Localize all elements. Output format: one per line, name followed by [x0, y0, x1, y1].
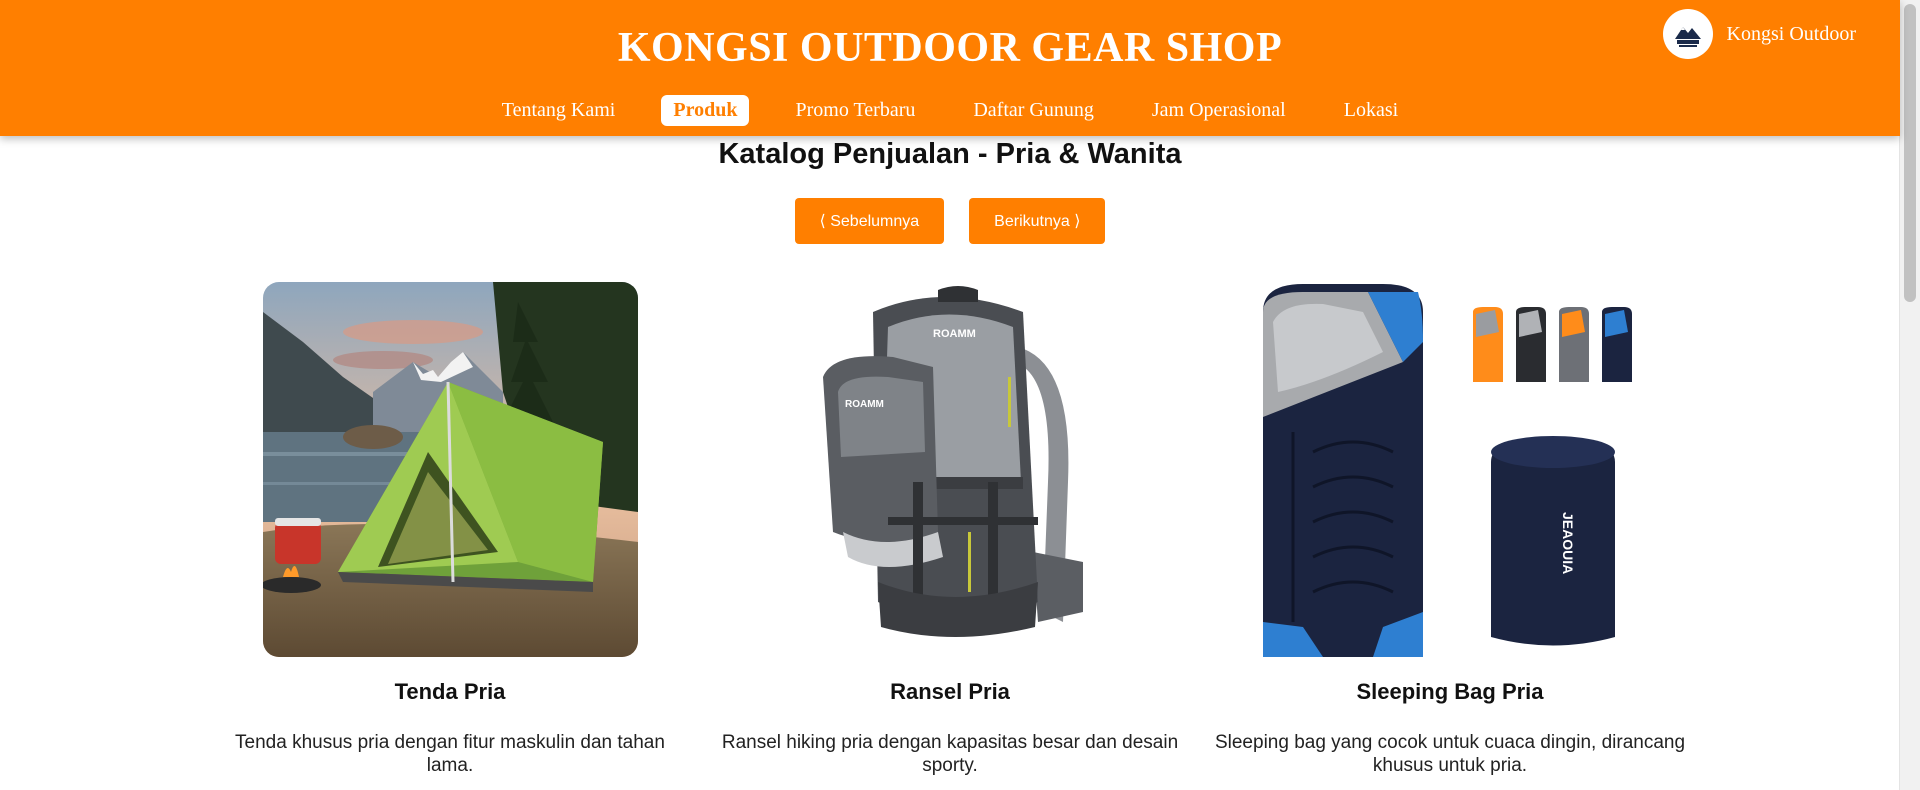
main-nav: Tentang Kami Produk Promo Terbaru Daftar…: [0, 95, 1900, 126]
next-button[interactable]: Berikutnya ⟩: [969, 198, 1106, 244]
nav-item-produk[interactable]: Produk: [661, 95, 750, 126]
backpack-photo: ROAMM ROAMM: [762, 282, 1138, 657]
product-name: Sleeping Bag Pria: [1356, 679, 1544, 704]
tent-photo: [262, 282, 638, 657]
product-card-ransel-pria[interactable]: ROAMM ROAMM Ransel Pria Ransel hiking pr…: [710, 282, 1190, 777]
catalog-pager: ⟨ Sebelumnya Berikutnya ⟩: [0, 198, 1900, 244]
page-scrollbar[interactable]: [1899, 0, 1920, 790]
product-name: Ransel Pria: [890, 679, 1010, 704]
product-description: Ransel hiking pria dengan kapasitas besa…: [721, 732, 1179, 776]
previous-button[interactable]: ⟨ Sebelumnya: [794, 198, 945, 244]
nav-item-promo-terbaru[interactable]: Promo Terbaru: [783, 95, 927, 126]
brand-name: Kongsi Outdoor: [1726, 22, 1856, 45]
sleeping-bag-photo: JEAOUIA: [1262, 282, 1638, 657]
nav-item-daftar-gunung[interactable]: Daftar Gunung: [961, 95, 1106, 126]
nav-item-lokasi[interactable]: Lokasi: [1332, 95, 1410, 126]
svg-text:ROAMM: ROAMM: [845, 399, 884, 410]
brand[interactable]: Kongsi Outdoor: [1662, 9, 1856, 59]
site-title: KONGSI OUTDOOR GEAR SHOP: [617, 25, 1283, 71]
product-card-sleeping-bag-pria[interactable]: JEAOUIA Sleeping Bag Pria Sleeping bag y…: [1210, 282, 1690, 777]
product-description: Sleeping bag yang cocok untuk cuaca ding…: [1214, 732, 1686, 776]
svg-text:ROAMM: ROAMM: [933, 328, 976, 340]
page: KONGSI OUTDOOR GEAR SHOP Tentang Kami Pr…: [0, 0, 1920, 790]
product-card-tenda-pria[interactable]: Tenda Pria Tenda khusus pria dengan fitu…: [210, 282, 690, 777]
svg-text:JEAOUIA: JEAOUIA: [1560, 512, 1576, 574]
product-description: Tenda khusus pria dengan fitur maskulin …: [235, 732, 665, 776]
nav-item-jam-operasional[interactable]: Jam Operasional: [1140, 95, 1298, 126]
site-header: KONGSI OUTDOOR GEAR SHOP Tentang Kami Pr…: [0, 0, 1900, 136]
product-name: Tenda Pria: [394, 679, 506, 704]
nav-item-tentang-kami[interactable]: Tentang Kami: [490, 95, 628, 126]
catalog-title: Katalog Penjualan - Pria & Wanita: [718, 138, 1182, 170]
brand-logo-icon: [1662, 9, 1713, 59]
scrollbar-thumb[interactable]: [1904, 4, 1916, 302]
